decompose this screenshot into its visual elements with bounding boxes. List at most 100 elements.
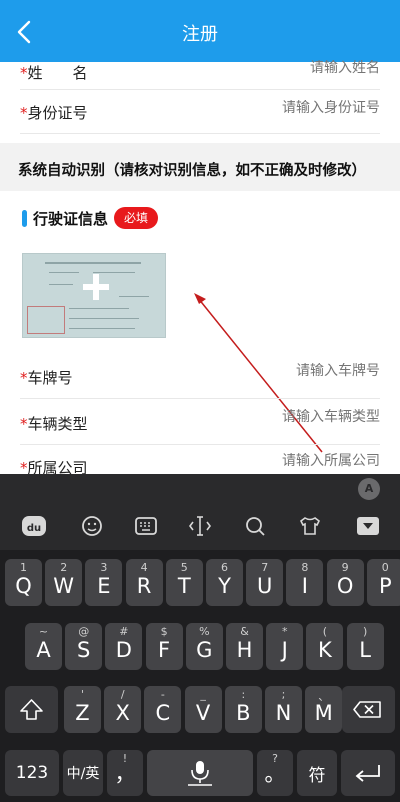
key-secondary-label: -	[160, 688, 165, 701]
key-m[interactable]: 、 M	[305, 686, 343, 733]
name-input[interactable]	[180, 60, 380, 76]
key-label: L	[359, 638, 371, 662]
key-secondary-label: 6	[221, 561, 228, 574]
comma-key[interactable]: !，	[107, 750, 143, 796]
language-switch-key[interactable]: 中/英	[63, 750, 103, 796]
period-key[interactable]: ?。	[257, 750, 293, 796]
add-photo-icon[interactable]	[83, 274, 109, 300]
search-icon[interactable]	[241, 512, 269, 540]
page-title: 注册	[182, 24, 218, 45]
vehicle-type-label: 车辆类型	[27, 415, 88, 433]
key-secondary-label: 8	[301, 561, 309, 574]
company-row: *所属公司	[20, 445, 380, 477]
key-secondary-label: :	[241, 688, 246, 701]
key-label: W	[53, 574, 75, 598]
recognition-notice: 系统自动识别（请核对识别信息，如不正确及时修改）	[0, 143, 400, 191]
key-label: V	[195, 701, 211, 725]
id-number-row: *身份证号	[20, 90, 380, 134]
key-secondary-label: (	[322, 625, 328, 638]
key-label: P	[378, 574, 392, 598]
key-c[interactable]: -C	[144, 686, 182, 733]
section-accent-bar	[22, 210, 27, 227]
key-g[interactable]: % G	[185, 623, 223, 670]
id-number-input[interactable]	[180, 100, 380, 116]
vehicle-type-input[interactable]	[180, 409, 380, 425]
required-mark: *	[20, 104, 28, 122]
key-t[interactable]: 5T	[165, 559, 203, 606]
key-r[interactable]: 4R	[125, 559, 163, 606]
keyboard-layout-icon[interactable]	[132, 512, 160, 540]
key-label: T	[177, 574, 191, 598]
key-label: I	[301, 574, 308, 598]
space-key[interactable]	[147, 750, 253, 796]
key-label: Y	[218, 574, 231, 598]
company-input[interactable]	[180, 453, 380, 469]
key-k[interactable]: (K	[306, 623, 344, 670]
symbols-key[interactable]: 符	[297, 750, 337, 796]
key-label: D	[115, 638, 132, 662]
key-label: O	[336, 574, 354, 598]
id-number-label: 身份证号	[27, 104, 88, 122]
key-z[interactable]: ' Z	[64, 686, 101, 733]
required-badge: 必填	[114, 207, 158, 229]
key-secondary-label: _	[200, 688, 206, 701]
emoji-icon[interactable]	[78, 512, 106, 540]
plate-input[interactable]	[180, 363, 380, 379]
key-secondary-label: #	[119, 625, 129, 638]
key-label: B	[236, 701, 251, 725]
skin-shirt-icon[interactable]	[296, 512, 324, 540]
key-label: G	[196, 638, 213, 662]
key-o[interactable]: 9O	[326, 559, 364, 606]
key-q[interactable]: 1Q	[5, 559, 42, 606]
required-mark: *	[20, 64, 28, 82]
plate-row: *车牌号	[20, 353, 380, 399]
key-h[interactable]: & H	[226, 623, 263, 670]
key-a[interactable]: ~ A	[25, 623, 62, 670]
key-secondary-label: &	[240, 625, 249, 638]
required-mark: *	[20, 415, 28, 433]
hide-keyboard-icon[interactable]	[354, 512, 382, 540]
key-label: H	[236, 638, 253, 662]
key-secondary-label: @	[78, 625, 90, 638]
numbers-key[interactable]: 123	[5, 750, 59, 796]
key-b[interactable]: :B	[224, 686, 262, 733]
key-label: K	[318, 638, 332, 662]
shift-key[interactable]	[5, 686, 58, 733]
key-secondary-label: /	[120, 688, 125, 701]
key-u[interactable]: 7U	[246, 559, 284, 606]
key-secondary-label: 5	[180, 561, 188, 574]
key-x[interactable]: / X	[104, 686, 142, 733]
key-f[interactable]: $ F	[145, 623, 183, 670]
key-y[interactable]: 6Y	[206, 559, 243, 606]
enter-icon	[355, 765, 380, 782]
key-p[interactable]: 0P	[366, 559, 400, 606]
keyboard-toolbar: du	[0, 502, 400, 550]
key-v[interactable]: _ V	[184, 686, 222, 733]
plate-label: 车牌号	[27, 369, 73, 387]
key-secondary-label: ;	[281, 688, 286, 701]
key-label: R	[136, 574, 152, 598]
key-label: F	[158, 638, 171, 662]
license-photo-upload[interactable]	[22, 253, 166, 338]
key-s[interactable]: @ S	[65, 623, 103, 670]
key-secondary-label: 1	[20, 561, 27, 574]
enter-key[interactable]	[341, 750, 395, 796]
key-label: U	[257, 574, 273, 598]
key-secondary-label: *	[281, 625, 288, 638]
vehicle-type-row: *车辆类型	[20, 399, 380, 445]
key-e[interactable]: 3E	[85, 559, 123, 606]
key-j[interactable]: * J	[266, 623, 304, 670]
key-l[interactable]: ) L	[346, 623, 384, 670]
key-label: 符	[308, 765, 326, 786]
notice-text: 系统自动识别（请核对识别信息，如不正确及时修改）	[18, 163, 366, 179]
name-row: *姓 名	[20, 58, 380, 90]
key-n[interactable]: ; N	[265, 686, 302, 733]
backspace-key[interactable]	[342, 686, 395, 733]
key-i[interactable]: 8I	[286, 559, 324, 606]
key-secondary-label: 4	[140, 561, 148, 574]
baidu-logo-icon[interactable]: du	[20, 512, 48, 540]
keyboard-mode-icon[interactable]: A	[358, 478, 380, 500]
key-w[interactable]: 2W	[45, 559, 83, 606]
key-d[interactable]: # D	[105, 623, 143, 670]
cursor-move-icon[interactable]	[186, 512, 214, 540]
